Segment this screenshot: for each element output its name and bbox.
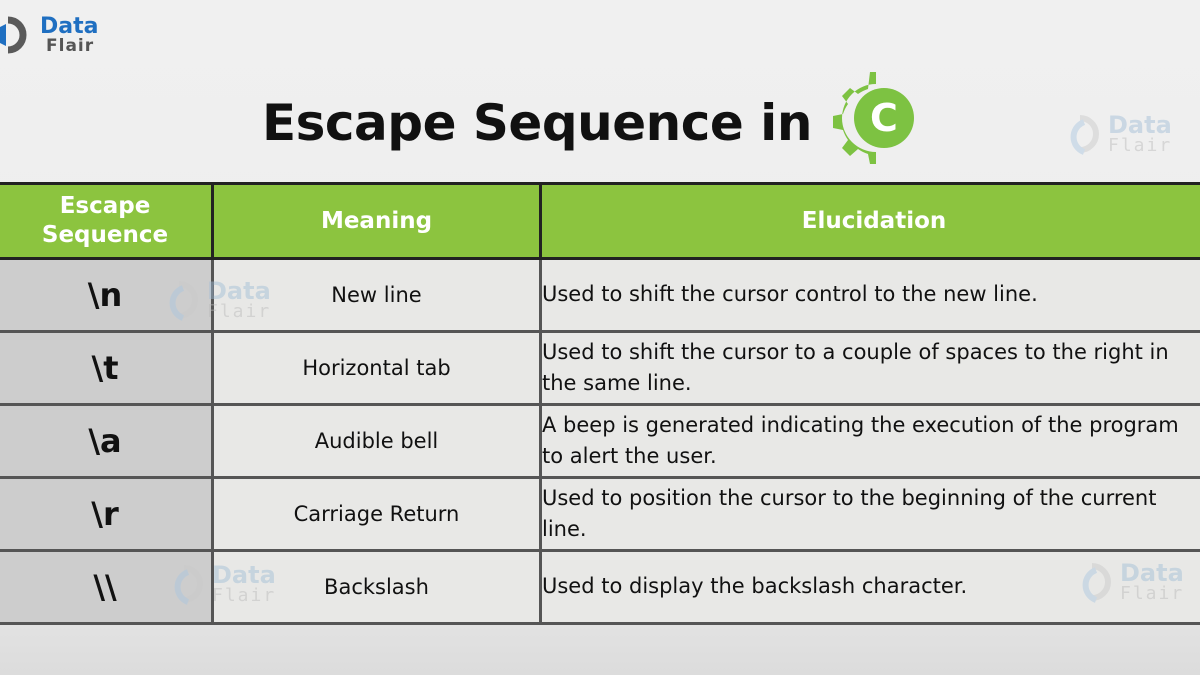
header-escape-sequence-line1: Escape <box>59 193 151 220</box>
table-row: \r Carriage Return Used to position the … <box>0 476 1200 552</box>
cell-sequence: \n <box>0 257 214 333</box>
cell-meaning: Audible bell <box>211 403 542 479</box>
cell-meaning: Carriage Return <box>211 476 542 552</box>
table-row: \t Horizontal tab Used to shift the curs… <box>0 330 1200 406</box>
page-header: Escape Sequence in C <box>262 68 920 178</box>
table-header-row: Escape Sequence Meaning Elucidation <box>0 182 1200 260</box>
cell-sequence: \\ <box>0 549 214 625</box>
escape-sequence-table: Escape Sequence Meaning Elucidation \n N… <box>0 182 1200 625</box>
logo-text-data: Data <box>40 13 99 39</box>
cell-meaning: Horizontal tab <box>211 330 542 406</box>
table-row: \a Audible bell A beep is generated indi… <box>0 403 1200 479</box>
cell-sequence: \r <box>0 476 214 552</box>
header-escape-sequence-line2: Sequence <box>41 222 169 248</box>
table-row: \\ Backslash Used to display the backsla… <box>0 549 1200 625</box>
logo-text-flair: Flair <box>46 35 95 56</box>
c-gear-icon: C <box>830 58 920 178</box>
cell-sequence: \t <box>0 330 214 406</box>
watermark-icon <box>1070 115 1099 155</box>
cell-elucidation: Used to shift the cursor to a couple of … <box>539 330 1200 406</box>
header-elucidation: Elucidation <box>539 182 1200 260</box>
header-meaning: Meaning <box>211 182 542 260</box>
page-title: Escape Sequence in <box>262 94 812 152</box>
cell-elucidation: Used to shift the cursor control to the … <box>539 257 1200 333</box>
table-row: \n New line Used to shift the cursor con… <box>0 257 1200 333</box>
watermark-text-data: Data <box>1108 111 1172 140</box>
watermark-text-flair: Flair <box>1108 134 1173 156</box>
cell-meaning: New line <box>211 257 542 333</box>
cell-elucidation: Used to position the cursor to the begin… <box>539 476 1200 552</box>
dataflair-logo-icon <box>0 14 36 56</box>
header-escape-sequence: Escape Sequence <box>0 182 214 260</box>
cell-sequence: \a <box>0 403 214 479</box>
watermark: Data Flair <box>1066 112 1172 156</box>
dataflair-logo: Data Flair <box>0 14 98 56</box>
c-letter: C <box>870 96 898 140</box>
cell-meaning: Backslash <box>211 549 542 625</box>
cell-elucidation: A beep is generated indicating the execu… <box>539 403 1200 479</box>
cell-elucidation: Used to display the backslash character. <box>539 549 1200 625</box>
